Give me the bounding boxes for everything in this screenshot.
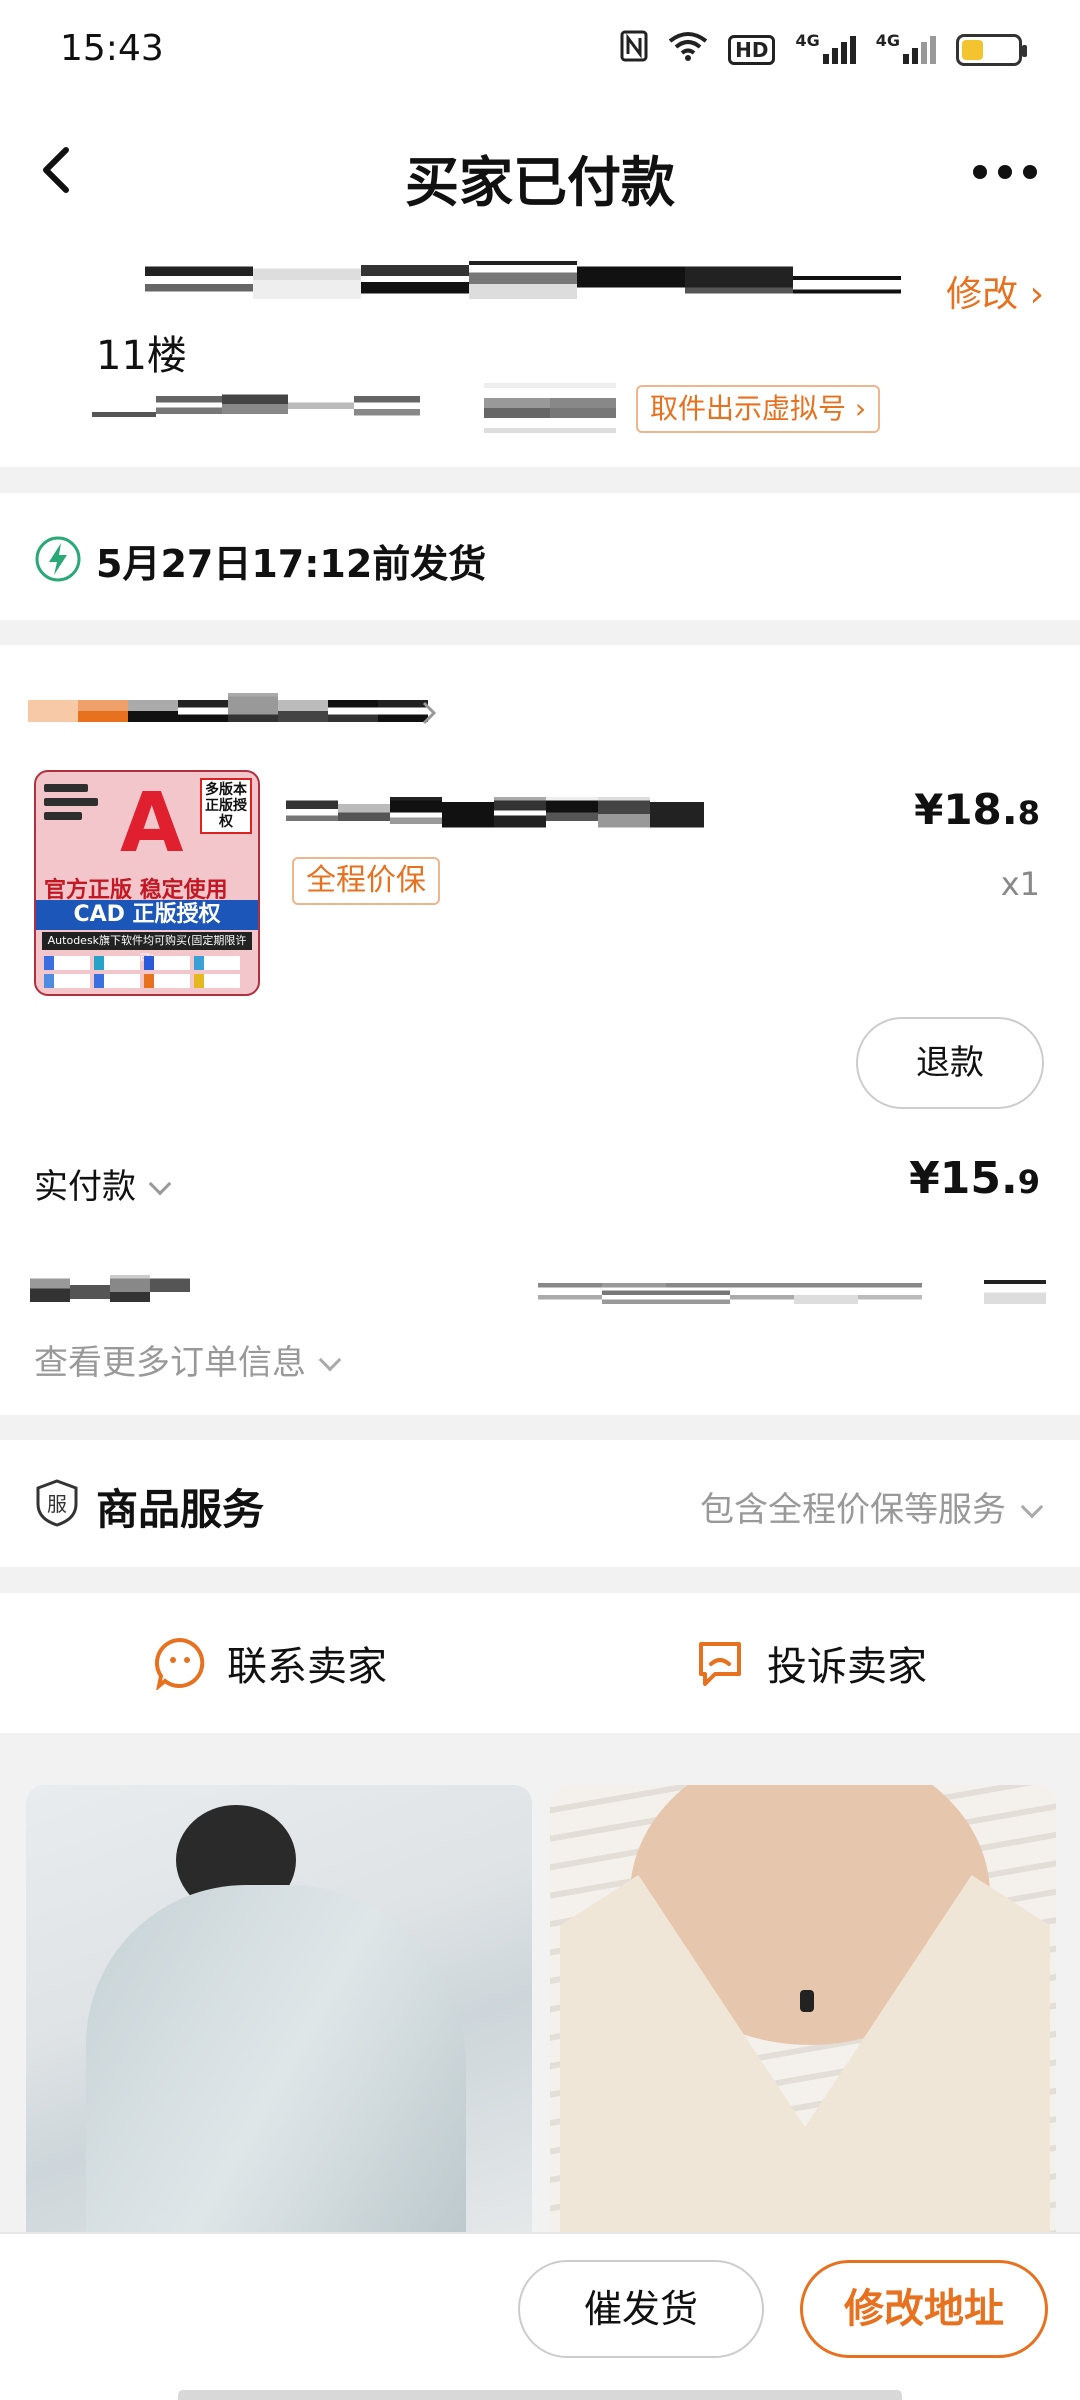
- hd-icon: HD: [728, 34, 776, 65]
- contact-seller-label: 联系卖家: [227, 1644, 387, 1690]
- nfc-icon: [620, 30, 648, 69]
- address-floor: 11楼: [96, 333, 187, 379]
- autodesk-logo-icon: A: [120, 776, 184, 871]
- status-icons: HD 4G 4G: [620, 30, 1027, 69]
- redacted-shop-name[interactable]: [28, 693, 428, 729]
- shield-service-icon: 服: [36, 1479, 78, 1527]
- product-quantity: x1: [1000, 865, 1040, 903]
- wifi-icon: [668, 31, 708, 68]
- redacted-phone: [484, 383, 616, 433]
- signal-4g-icon: 4G: [876, 31, 936, 64]
- page-title: 买家已付款: [405, 151, 675, 214]
- svg-text:服: 服: [47, 1492, 67, 1516]
- price-protection-badge: 全程价保: [292, 857, 440, 905]
- thumbnail-subline: Autodesk旗下软件均可购买(固定期限许可): [42, 932, 252, 965]
- bottom-action-bar: 催发货 修改地址: [0, 2232, 1080, 2400]
- redacted-contact: [92, 393, 422, 425]
- product-photo-shirt-body: [86, 1885, 466, 2255]
- status-time: 15:43: [60, 28, 164, 69]
- recommended-product-image[interactable]: [26, 1785, 532, 2255]
- thumbnail-band: CAD 正版授权: [36, 900, 258, 930]
- chevron-right-icon: [422, 701, 437, 725]
- order-card: A 多版本正版授权 官方正版 稳定使用 CAD 正版授权 Autodesk旗下软…: [0, 645, 1080, 1415]
- refund-button[interactable]: 退款: [856, 1017, 1044, 1109]
- chevron-down-icon: [1020, 1495, 1044, 1519]
- show-virtual-number-button[interactable]: 取件出示虚拟号 ›: [636, 385, 881, 433]
- paid-amount-toggle[interactable]: 实付款: [34, 1159, 172, 1208]
- thumbnail-brand-icons: [44, 956, 250, 988]
- more-icon[interactable]: [970, 152, 1040, 192]
- redacted-order-number: [538, 1277, 922, 1307]
- thumbnail-tag: 多版本正版授权: [200, 778, 252, 834]
- chat-smile-icon: [155, 1637, 205, 1690]
- necklace-pendant: [800, 1990, 814, 2012]
- more-order-info-toggle[interactable]: 查看更多订单信息: [34, 1335, 342, 1384]
- copy-order-number[interactable]: [984, 1275, 1046, 1307]
- service-detail[interactable]: 包含全程价保等服务: [700, 1482, 1044, 1531]
- complaint-icon: [699, 1642, 741, 1686]
- status-bar: 15:43 HD 4G 4G: [0, 0, 1080, 100]
- complain-seller-label: 投诉卖家: [767, 1644, 927, 1690]
- chevron-down-icon: [148, 1172, 172, 1196]
- urge-shipping-button[interactable]: 催发货: [518, 2260, 764, 2358]
- redacted-order-label: [30, 1275, 190, 1309]
- address-card: 修改 › 11楼 取件出示虚拟号 ›: [0, 245, 1080, 467]
- paid-amount: ¥15.9: [909, 1153, 1040, 1204]
- shipping-deadline: 5月27日17:12前发货: [96, 542, 487, 586]
- battery-icon: [956, 33, 1027, 66]
- service-label: 商品服务: [96, 1485, 265, 1534]
- contact-seller-button[interactable]: 联系卖家: [0, 1593, 540, 1733]
- shipping-card: 5月27日17:12前发货: [0, 493, 1080, 620]
- home-indicator[interactable]: [178, 2390, 902, 2400]
- service-card[interactable]: 服 商品服务 包含全程价保等服务: [0, 1440, 1080, 1567]
- complain-seller-button[interactable]: 投诉卖家: [540, 1593, 1080, 1733]
- product-thumbnail[interactable]: A 多版本正版授权 官方正版 稳定使用 CAD 正版授权 Autodesk旗下软…: [34, 770, 260, 996]
- redacted-product-title[interactable]: [286, 797, 704, 831]
- nav-bar: 买家已付款: [0, 100, 1080, 245]
- recommended-product-image[interactable]: [550, 1785, 1056, 2255]
- lightning-icon: [35, 536, 81, 582]
- chevron-down-icon: [318, 1348, 342, 1372]
- redacted-address-line: [145, 261, 905, 299]
- contact-card: 联系卖家 投诉卖家: [0, 1593, 1080, 1733]
- edit-address-link[interactable]: 修改 ›: [946, 265, 1044, 317]
- product-price: ¥18.8: [914, 785, 1040, 834]
- signal-4g-icon: 4G: [795, 31, 856, 64]
- change-address-button[interactable]: 修改地址: [800, 2260, 1048, 2358]
- platform-list: [44, 784, 112, 826]
